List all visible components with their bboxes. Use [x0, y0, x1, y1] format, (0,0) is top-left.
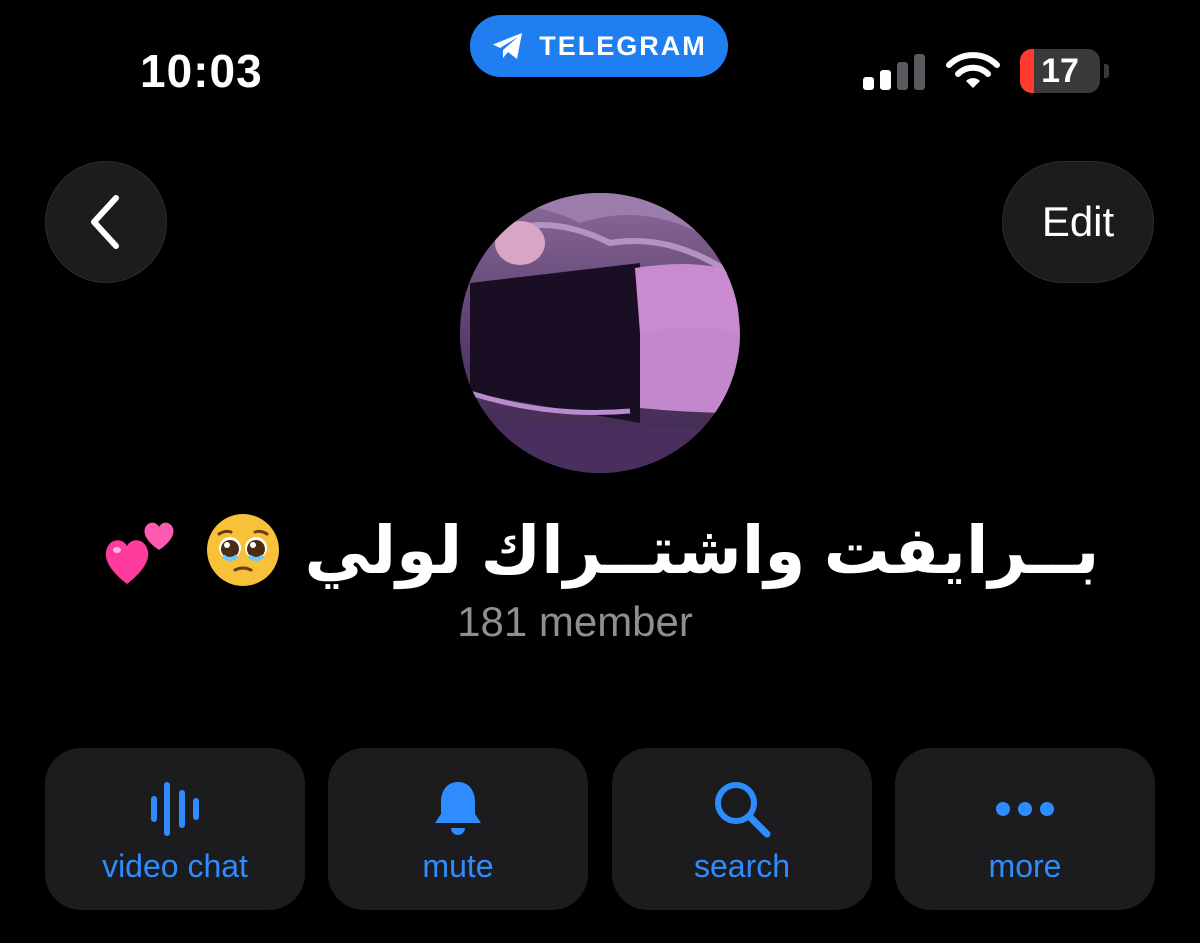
battery-percentage: 17 — [1041, 52, 1079, 90]
cellular-signal-icon — [863, 54, 925, 90]
signal-bar — [863, 77, 874, 90]
signal-bar — [914, 54, 925, 90]
back-button[interactable] — [45, 161, 167, 283]
group-name: بــرايفت واشتــراك لولي — [304, 512, 1100, 587]
action-buttons: video chat mute search more — [45, 748, 1155, 910]
pill-label: TELEGRAM — [539, 30, 707, 61]
video-chat-button[interactable]: video chat — [45, 748, 305, 910]
pleading-face-emoji — [206, 514, 279, 586]
member-count: 181 member — [457, 598, 693, 645]
ellipsis-icon — [996, 802, 1054, 816]
group-avatar[interactable] — [460, 193, 740, 473]
signal-bar — [897, 62, 908, 90]
group-title: بــرايفت واشتــراك لولي — [100, 505, 1100, 595]
chevron-left-icon — [91, 195, 119, 249]
voice-waveform-icon — [151, 782, 199, 836]
status-time: 10:03 — [140, 45, 263, 97]
edit-button[interactable]: Edit — [1002, 161, 1154, 283]
mute-label: mute — [422, 848, 494, 884]
signal-bar — [880, 70, 891, 90]
battery-cap — [1104, 64, 1109, 78]
battery-body: 17 — [1020, 49, 1100, 93]
avatar-photo — [460, 193, 740, 473]
search-button[interactable]: search — [612, 748, 872, 910]
telegram-return-pill[interactable]: TELEGRAM — [470, 15, 728, 77]
search-label: search — [693, 848, 791, 884]
video-chat-label: video chat — [102, 848, 248, 884]
magnifier-icon — [715, 782, 771, 838]
more-button[interactable]: more — [895, 748, 1155, 910]
two-hearts-emoji — [105, 522, 174, 584]
mute-button[interactable]: mute — [328, 748, 588, 910]
battery-indicator: 17 — [1020, 49, 1110, 93]
paper-plane-icon — [493, 33, 523, 59]
more-label: more — [988, 848, 1062, 884]
bell-icon — [435, 782, 481, 835]
wifi-icon — [946, 52, 1000, 88]
